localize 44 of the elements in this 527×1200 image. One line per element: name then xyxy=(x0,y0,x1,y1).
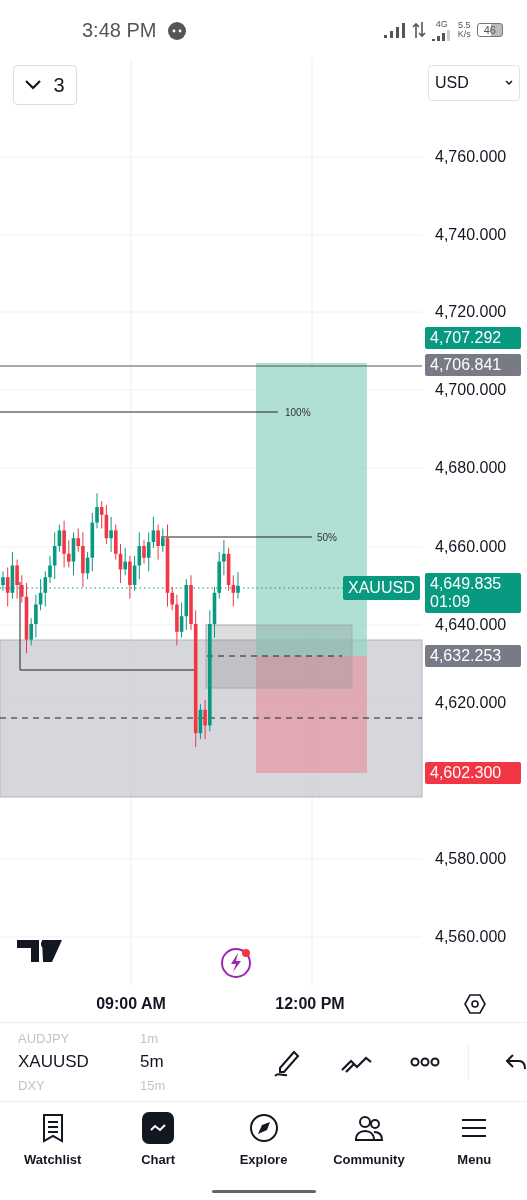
price-axis-label: 4,580.000 xyxy=(435,850,507,868)
chevron-down-icon xyxy=(505,80,513,86)
nav-tab[interactable]: Community xyxy=(316,1102,422,1182)
layout-button[interactable]: 3 xyxy=(13,65,77,105)
price-tag: 4,649.835 01:09 xyxy=(425,573,521,613)
fib-label: 100% xyxy=(285,406,311,418)
price-axis-label: 4,640.000 xyxy=(435,616,507,634)
more-icon[interactable] xyxy=(410,1057,440,1067)
price-tag: 4,707.292 xyxy=(425,327,521,349)
price-axis-label: 4,760.000 xyxy=(435,148,507,166)
symbol-tag: XAUUSD xyxy=(343,576,420,600)
nav-tab[interactable]: Watchlist xyxy=(0,1102,106,1182)
price-axis-label: 4,740.000 xyxy=(435,226,507,244)
signal-icon xyxy=(431,28,452,41)
price-axis-label: 4,720.000 xyxy=(435,303,507,321)
battery-indicator: 46 xyxy=(476,23,503,37)
symbol-row[interactable]: XAUUSD 5m xyxy=(18,1052,250,1072)
nav-tab[interactable]: Chart xyxy=(105,1102,211,1182)
time-axis-label: 12:00 PM xyxy=(275,994,345,1013)
price-tag: 4,602.300 xyxy=(425,762,521,784)
undo-icon[interactable] xyxy=(505,1052,527,1072)
price-axis-label: 4,700.000 xyxy=(435,381,507,399)
lightning-icon xyxy=(221,948,251,978)
currency-select[interactable]: USD xyxy=(428,65,520,101)
price-axis-label: 4,560.000 xyxy=(435,928,507,946)
price-axis-label: 4,680.000 xyxy=(435,459,507,477)
signal-icon xyxy=(383,22,406,38)
nav-tab[interactable]: Menu xyxy=(421,1102,527,1182)
settings-icon[interactable] xyxy=(464,993,486,1015)
network-type: 4G xyxy=(435,19,448,29)
price-tag: 4,632.253 xyxy=(425,645,521,667)
notification-icon xyxy=(166,19,189,41)
speed-unit: K/s xyxy=(457,30,471,39)
time-axis-label: 09:00 AM xyxy=(96,994,166,1013)
price-axis-label: 4,660.000 xyxy=(435,538,507,556)
price-axis-label: 4,620.000 xyxy=(435,694,507,712)
fib-label: 50% xyxy=(317,531,337,543)
price-tag: 4,706.841 xyxy=(425,354,521,376)
nav-tab[interactable]: Explore xyxy=(210,1102,317,1182)
chevron-down-icon xyxy=(25,80,42,90)
status-time: 3:48 PM xyxy=(82,18,157,42)
speed-value: 5.5 xyxy=(458,21,471,30)
data-transfer-icon xyxy=(411,22,426,38)
logo-icon xyxy=(17,940,62,962)
